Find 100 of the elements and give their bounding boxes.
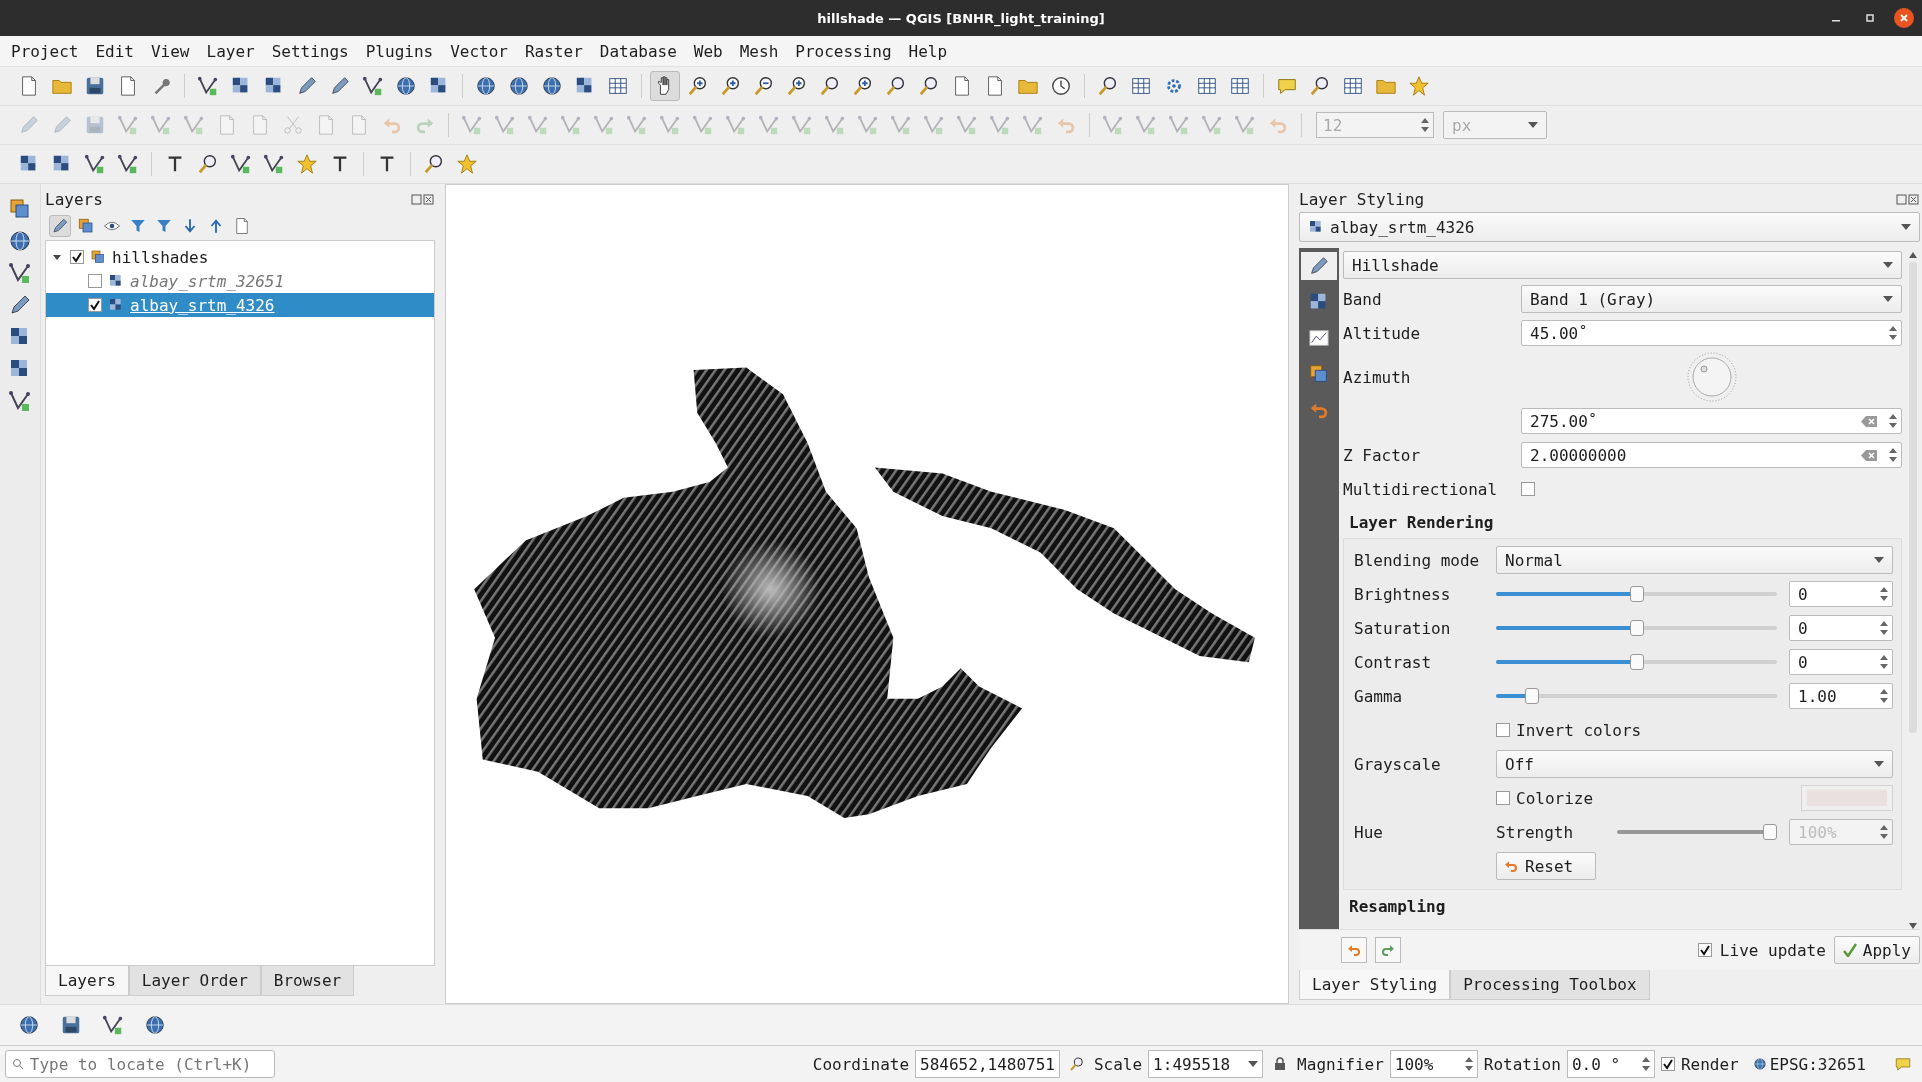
menu-item[interactable]: Layer [205, 41, 256, 61]
checkbox-label: Render [1680, 1054, 1739, 1074]
menu-item[interactable]: View [149, 41, 191, 61]
scroll-down-arrow-icon[interactable] [1909, 923, 1917, 929]
layer-row[interactable]: albay_srtm_4326 [46, 293, 434, 317]
slider-track[interactable] [1496, 586, 1777, 602]
band-dropdown[interactable]: Band 1 (Gray) [1521, 285, 1902, 313]
panel-title: Layer Styling [1299, 189, 1425, 209]
slider-track[interactable] [1496, 654, 1777, 670]
panel-tab[interactable]: Layer Order [128, 966, 261, 996]
checkmark-icon [89, 299, 101, 311]
close-button[interactable] [1894, 8, 1914, 28]
checkmark-icon [1661, 1058, 1674, 1070]
menu-item[interactable]: Database [598, 41, 678, 61]
rotation-spinbox[interactable]: 0.0 ° [1566, 1050, 1655, 1078]
field-label: Gamma [1354, 686, 1404, 706]
value-spinbox[interactable]: 0 [1789, 615, 1893, 641]
hand-icon[interactable] [650, 71, 680, 101]
status-label: Rotation [1483, 1054, 1561, 1074]
menu-item[interactable]: Settings [270, 41, 350, 61]
checkbox-label: Live update [1719, 940, 1826, 960]
renderer-dropdown[interactable]: Hillshade [1343, 251, 1902, 279]
panel-tab[interactable]: Processing Toolbox [1450, 970, 1650, 1000]
panel-tab[interactable]: Browser [260, 966, 355, 996]
menu-item[interactable]: Vector [449, 41, 509, 61]
panel-tab[interactable]: Layers [45, 966, 129, 996]
checkbox[interactable] [88, 298, 102, 312]
locator-field[interactable]: Type to locate (Ctrl+K) [5, 1050, 275, 1078]
window-title: hillshade — QGIS [BNHR_light_training] [817, 10, 1105, 26]
menu-item[interactable]: Mesh [738, 41, 780, 61]
reset-button[interactable]: Reset [1496, 852, 1597, 880]
value-spinbox[interactable]: 0 [1789, 581, 1893, 607]
raster-grid-icon [1308, 219, 1324, 235]
checkmark-icon [1698, 944, 1711, 956]
crs-button[interactable]: EPSG:32651 [1752, 1054, 1866, 1074]
value-spinbox[interactable]: 0 [1789, 649, 1893, 675]
magnifier-spinbox[interactable]: 100% [1389, 1050, 1478, 1078]
field-label: Multidirectional [1343, 479, 1499, 499]
spin-arrows-icon[interactable] [1641, 1056, 1650, 1072]
slider-handle[interactable] [1629, 586, 1644, 602]
layer-group-row[interactable]: hillshades [46, 245, 434, 269]
apply-button[interactable]: Apply [1833, 936, 1920, 964]
scroll-up-arrow-icon[interactable] [1909, 252, 1917, 258]
field-label: Contrast [1354, 652, 1433, 672]
checkbox[interactable] [88, 274, 102, 288]
checkbox-label: Invert colors [1516, 720, 1642, 740]
checkbox[interactable] [1697, 943, 1712, 957]
slider-handle[interactable] [1525, 688, 1540, 704]
coordinate-field[interactable]: 584652,1480751 [915, 1050, 1060, 1078]
undo-button[interactable] [1341, 937, 1367, 963]
dock-buttons-icon[interactable] [411, 193, 435, 205]
pencil-icon[interactable] [49, 215, 71, 237]
status-label: Scale [1093, 1054, 1143, 1074]
clear-icon[interactable] [1861, 449, 1877, 461]
grayscale-dropdown[interactable]: Off [1496, 750, 1893, 778]
slider-track[interactable] [1496, 688, 1777, 704]
layer-name: hillshades [112, 247, 209, 267]
redo-button[interactable] [1375, 937, 1401, 963]
menu-item[interactable]: Project [10, 41, 80, 61]
field-label: Band [1343, 289, 1383, 309]
slider-track[interactable] [1496, 620, 1777, 636]
panel-tab[interactable]: Layer Styling [1299, 970, 1451, 1000]
status-label: Magnifier [1297, 1054, 1384, 1074]
menu-item[interactable]: Processing [794, 41, 893, 61]
scale-dropdown[interactable]: 1:495518 [1148, 1050, 1264, 1078]
checkmark-icon [1842, 943, 1857, 957]
menu-item[interactable]: Web [692, 41, 724, 61]
checkbox[interactable] [1496, 791, 1510, 805]
menu-item[interactable]: Plugins [364, 41, 435, 61]
menu-item[interactable]: Help [907, 41, 949, 61]
close-icon [1899, 13, 1909, 23]
dock-buttons-icon[interactable] [1896, 193, 1920, 205]
field-label: Altitude [1343, 323, 1422, 343]
field-label: Azimuth [1343, 367, 1412, 387]
map-canvas[interactable] [445, 184, 1289, 1004]
field-label: Brightness [1354, 584, 1452, 604]
clear-icon[interactable] [1861, 415, 1877, 427]
layer-row[interactable]: albay_srtm_32651 [46, 269, 434, 293]
z-factor-spinbox[interactable]: 2.00000000 [1521, 442, 1902, 468]
blending-mode-dropdown[interactable]: Normal [1496, 546, 1893, 574]
expand-arrow-icon[interactable] [52, 252, 64, 262]
slider-handle[interactable] [1629, 620, 1644, 636]
checkbox[interactable] [1521, 482, 1535, 496]
field-label: Saturation [1354, 618, 1452, 638]
menu-item[interactable]: Raster [523, 41, 584, 61]
value-spinbox[interactable]: 1.00 [1789, 683, 1893, 709]
slider-handle[interactable] [1629, 654, 1644, 670]
checkbox[interactable] [1496, 723, 1510, 737]
checkbox[interactable] [1660, 1057, 1675, 1071]
menu-item[interactable]: Edit [94, 41, 135, 61]
spin-arrows-icon[interactable] [1464, 1056, 1473, 1072]
checkbox-label: Colorize [1516, 788, 1594, 808]
layer-dropdown[interactable]: albay_srtm_4326 [1299, 212, 1920, 242]
altitude-spinbox[interactable]: 45.00˚ [1521, 320, 1902, 346]
color-picker-button[interactable] [1801, 785, 1893, 811]
checkbox[interactable] [70, 250, 84, 264]
pencil-icon[interactable] [1301, 252, 1337, 280]
slider-track[interactable] [1617, 824, 1777, 840]
status-label: Coordinate [812, 1054, 910, 1074]
azimuth-spinbox[interactable]: 275.00˚ [1521, 408, 1902, 434]
